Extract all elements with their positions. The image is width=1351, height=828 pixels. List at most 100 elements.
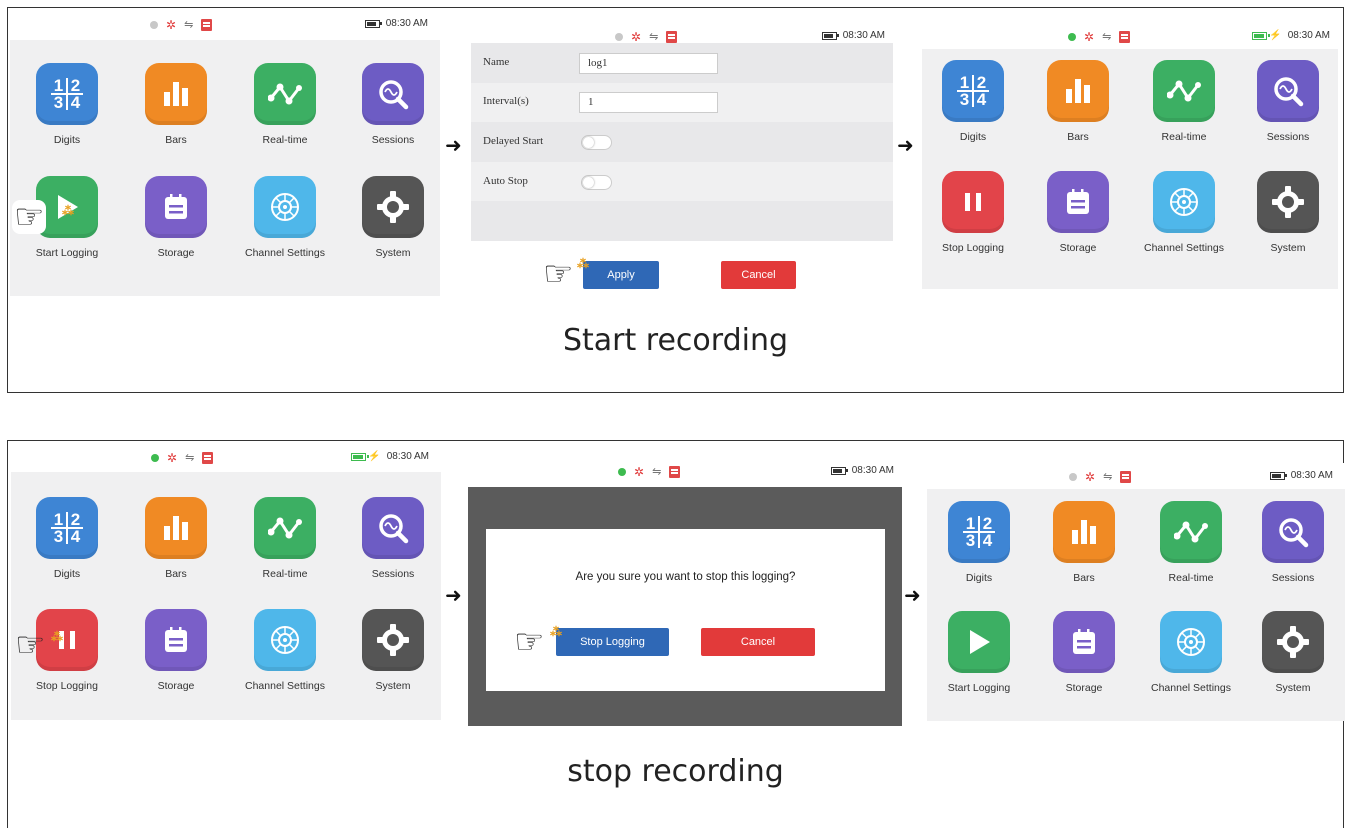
app-label: Sessions [371, 134, 415, 146]
bar-chart-icon [1053, 501, 1115, 563]
app-bars[interactable]: Bars [1034, 501, 1134, 584]
cancel-button[interactable]: Cancel [701, 628, 815, 656]
clock: 08:30 AM [1287, 30, 1330, 41]
app-digits[interactable]: 1234 Digits [929, 501, 1029, 584]
confirm-dialog: Are you sure you want to stop this loggi… [486, 529, 885, 691]
clock: 08:30 AM [1290, 470, 1333, 481]
battery-icon [1252, 31, 1270, 40]
app-label: Channel Settings [245, 680, 325, 692]
line-graph-icon [254, 497, 316, 559]
interval-field[interactable]: 1 [579, 92, 718, 113]
arrow-right-icon: ➜ [904, 585, 921, 607]
app-digits[interactable]: 1234 Digits [923, 60, 1023, 143]
delayed-start-label: Delayed Start [483, 135, 544, 147]
sd-card-icon [202, 452, 214, 464]
app-channel-settings[interactable]: Channel Settings [1141, 611, 1241, 694]
pointing-hand-icon: ☞ [12, 198, 47, 236]
clock: 08:30 AM [385, 18, 428, 29]
form-footer [471, 241, 893, 305]
tap-spark-icon: ⁂ [62, 204, 74, 218]
app-sessions[interactable]: Sessions [343, 63, 440, 146]
app-label: Storage [157, 247, 195, 259]
battery-icon [364, 19, 383, 28]
app-label: Sessions [1266, 131, 1310, 143]
magnifier-wave-icon [1257, 60, 1319, 122]
status-bar: ✲ ⇋ 08:30 AM [10, 10, 440, 40]
app-storage[interactable]: Storage [126, 176, 226, 259]
sd-card-icon [1120, 471, 1132, 483]
network-gear-icon [1153, 171, 1215, 233]
usb-icon: ⇋ [1102, 30, 1112, 43]
app-realtime[interactable]: Real-time [1134, 60, 1234, 143]
app-label: Channel Settings [1151, 682, 1231, 694]
app-realtime[interactable]: Real-time [1141, 501, 1241, 584]
gear-icon [362, 609, 424, 671]
bar-chart-icon [1047, 60, 1109, 122]
stop-logging-button[interactable]: Stop Logging [556, 628, 669, 656]
app-sessions[interactable]: Sessions [1238, 60, 1338, 143]
name-field[interactable]: log1 [579, 53, 718, 74]
logging-settings-screen: ✲ ⇋ 08:30 AM Name log1 Interval(s) 1 Del… [471, 23, 893, 305]
app-storage[interactable]: Storage [1028, 171, 1128, 254]
interval-label: Interval(s) [483, 95, 529, 107]
app-start-logging[interactable]: Start Logging [929, 611, 1029, 694]
gear-icon [362, 176, 424, 238]
app-sessions[interactable]: Sessions [1243, 501, 1343, 584]
app-system[interactable]: System [343, 176, 440, 259]
form-row-empty [471, 201, 893, 241]
app-channel-settings[interactable]: Channel Settings [1134, 171, 1234, 254]
pointing-hand-icon: ☞ [514, 623, 545, 661]
app-realtime[interactable]: Real-time [235, 63, 335, 146]
app-bars[interactable]: Bars [126, 497, 226, 580]
app-label: Digits [53, 568, 81, 580]
pause-icon [942, 171, 1004, 233]
app-digits[interactable]: 1234 Digits [17, 63, 117, 146]
app-storage[interactable]: Storage [1034, 611, 1134, 694]
app-bars[interactable]: Bars [126, 63, 226, 146]
sd-card-icon [666, 31, 678, 43]
app-digits[interactable]: 1234 Digits [17, 497, 117, 580]
app-system[interactable]: System [1238, 171, 1338, 254]
magnifier-wave-icon [1262, 501, 1324, 563]
app-label: Bars [165, 568, 187, 580]
status-bar: ✲ ⇋ 08:30 AM [468, 457, 902, 487]
pointing-hand-icon: ☞ [15, 626, 46, 664]
auto-stop-toggle[interactable] [581, 175, 612, 190]
app-label: Storage [157, 680, 195, 692]
magnifier-wave-icon [362, 63, 424, 125]
app-storage[interactable]: Storage [126, 609, 226, 692]
app-label: Stop Logging [942, 242, 1004, 254]
app-bars[interactable]: Bars [1028, 60, 1128, 143]
fraction-grid-icon: 1234 [36, 497, 98, 559]
app-channel-settings[interactable]: Channel Settings [235, 176, 335, 259]
clock: 08:30 AM [386, 451, 429, 462]
app-label: Digits [53, 134, 81, 146]
status-dot-icon [150, 21, 158, 29]
usb-icon: ⇋ [1103, 470, 1113, 483]
app-stop-logging[interactable]: Stop Logging [923, 171, 1023, 254]
name-label: Name [483, 56, 510, 68]
alarm-icon: ✲ [634, 465, 645, 479]
arrow-right-icon: ➜ [445, 585, 462, 607]
form-row-auto-stop: Auto Stop [471, 162, 893, 202]
app-label: Sessions [371, 568, 415, 580]
app-sessions[interactable]: Sessions [343, 497, 441, 580]
status-bar: ✲ ⇋ ⚡ 08:30 AM [922, 23, 1338, 49]
apply-button[interactable]: Apply [583, 261, 659, 289]
battery-icon [830, 466, 849, 475]
magnifier-wave-icon [362, 497, 424, 559]
app-label: Channel Settings [245, 247, 325, 259]
clipboard-icon [1047, 171, 1109, 233]
alarm-icon: ✲ [631, 30, 642, 44]
modal-overlay: Are you sure you want to stop this loggi… [468, 487, 902, 726]
app-label: Digits [965, 572, 993, 584]
delayed-start-toggle[interactable] [581, 135, 612, 150]
home-screen-1: ✲ ⇋ 08:30 AM 1234 Digits Bars Real-time [10, 10, 440, 296]
stop-recording-caption: stop recording [567, 754, 784, 789]
app-realtime[interactable]: Real-time [235, 497, 335, 580]
app-channel-settings[interactable]: Channel Settings [235, 609, 335, 692]
cancel-button[interactable]: Cancel [721, 261, 796, 289]
app-system[interactable]: System [1243, 611, 1343, 694]
app-system[interactable]: System [343, 609, 441, 692]
home-screen-3: ✲ ⇋ ⚡ 08:30 AM 1234 Digits Bars Real-tim… [11, 444, 441, 720]
